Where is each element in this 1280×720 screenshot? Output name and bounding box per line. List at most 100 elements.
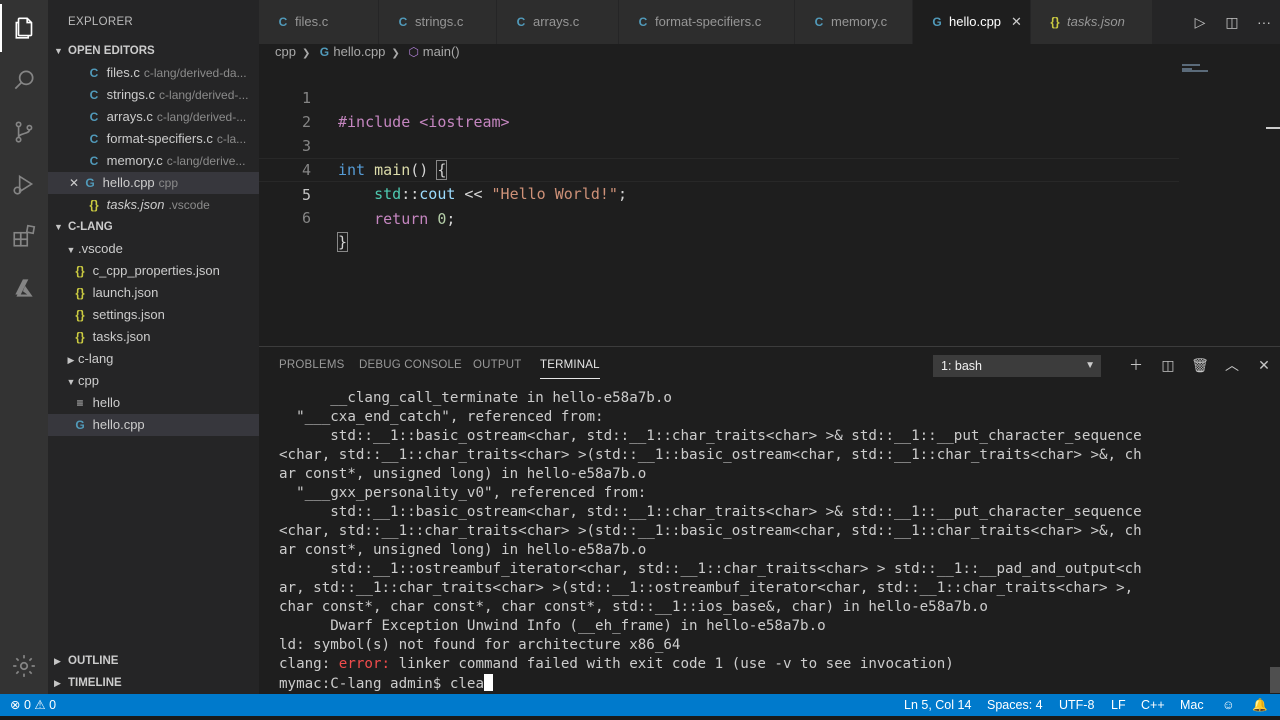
open-editor-item[interactable]: C arrays.c c-lang/derived-... [48,106,259,128]
indentation[interactable]: Spaces: 4 [987,694,1043,716]
tree-folder[interactable]: ▶ c-lang [48,348,259,370]
outline-header[interactable]: ▶ OUTLINE [48,650,259,672]
run-icon[interactable]: ▷ [1184,0,1216,44]
minimap[interactable] [1180,62,1280,346]
open-editor-item[interactable]: C format-specifiers.c c-la... [48,128,259,150]
chevron-right-icon: ▶ [67,355,75,365]
tab-debug-console[interactable]: DEBUG CONSOLE [359,347,462,383]
end-of-line[interactable]: LF [1111,694,1126,716]
platform[interactable]: Mac [1180,694,1204,716]
more-actions-icon[interactable]: ··· [1248,0,1280,44]
tree-folder[interactable]: ▼ cpp [48,370,259,392]
json-file-icon: {} [75,264,85,278]
terminal-select[interactable]: 1: bash ▼ [933,355,1101,377]
azure-icon[interactable] [0,264,48,312]
code-line: 3 int main() { [301,137,448,180]
tab-files-c[interactable]: Cfiles.c [259,0,379,44]
breadcrumb-folder[interactable]: cpp [275,44,296,59]
tab-format-specifiers-c[interactable]: Cformat-specifiers.c [619,0,795,44]
tree-folder[interactable]: ▼ .vscode [48,238,259,260]
close-icon[interactable]: ✕ [66,172,82,194]
tree-file[interactable]: {} c_cpp_properties.json [48,260,259,282]
tab-output[interactable]: OUTPUT [473,347,521,383]
cpp-file-icon: G [319,45,330,59]
open-editor-item[interactable]: C files.c c-lang/derived-da... [48,62,259,84]
terminal-line: Dwarf Exception Unwind Info (__eh_frame)… [279,618,826,634]
tab-hello-cpp[interactable]: Ghello.cpp ✕ [913,0,1031,44]
problems-status[interactable]: ⊗ 0 ⚠ 0 [10,694,56,716]
trash-icon[interactable]: 🗑 [1184,353,1216,377]
code-editor[interactable]: 1 #include <iostream> 2 3 int main() { 4… [259,62,1280,346]
split-editor-icon[interactable]: ◫ [1216,0,1248,44]
chevron-up-icon[interactable]: ︿ [1216,353,1248,377]
close-icon[interactable]: ✕ [1011,14,1022,29]
folder-header[interactable]: ▼ C-LANG [48,216,259,238]
source-control-icon[interactable] [0,108,48,156]
chevron-right-icon: ▶ [54,656,61,666]
code-line: 1 #include <iostream> [301,89,510,131]
c-file-icon: C [89,66,99,80]
terminal-line: <char, std::__1::char_traits<char> >(std… [279,447,1142,463]
status-bar: ⊗ 0 ⚠ 0 Ln 5, Col 14 Spaces: 4 UTF-8 LF … [0,694,1280,716]
bell-icon[interactable]: 🔔 [1252,694,1268,716]
tree-file-selected[interactable]: G hello.cpp [48,414,259,436]
tab-strings-c[interactable]: Cstrings.c [379,0,497,44]
terminal-line: ld: symbol(s) not found for architecture… [279,637,681,653]
open-editors-header[interactable]: ▼ OPEN EDITORS [48,40,259,62]
new-terminal-icon[interactable]: ＋ [1120,353,1152,377]
typed-command: clea [449,676,485,692]
gear-icon[interactable] [0,642,48,690]
cpp-file-icon: G [932,15,942,29]
json-file-icon: {} [75,330,85,344]
search-icon[interactable] [0,56,48,104]
chevron-down-icon: ▼ [66,245,76,255]
timeline-header[interactable]: ▶ TIMELINE [48,672,259,694]
tab-terminal[interactable]: TERMINAL [540,351,600,379]
c-file-icon: C [89,154,99,168]
tree-file[interactable]: {} launch.json [48,282,259,304]
bottom-panel: PROBLEMS DEBUG CONSOLE OUTPUT TERMINAL 1… [259,346,1280,694]
editor-scrollbar[interactable] [1266,127,1280,129]
language-mode[interactable]: C++ [1141,694,1165,716]
breadcrumb-symbol[interactable]: main() [423,44,460,59]
breadcrumb-file[interactable]: hello.cpp [333,44,385,59]
prompt: mymac:C-lang admin$ [279,676,450,692]
close-icon[interactable]: ✕ [1248,353,1280,377]
sidebar-title: EXPLORER [68,16,134,28]
encoding[interactable]: UTF-8 [1059,694,1094,716]
run-debug-icon[interactable] [0,160,48,208]
terminal-scrollbar[interactable] [1270,667,1280,693]
open-editor-item[interactable]: C memory.c c-lang/derive... [48,150,259,172]
feedback-icon[interactable]: ☺ [1222,694,1235,716]
chevron-down-icon: ▼ [54,222,63,232]
terminal-prompt-line[interactable]: mymac:C-lang admin$ clea [279,674,1269,693]
open-editor-item[interactable]: {} tasks.json .vscode [48,194,259,216]
terminal-line: std::__1::basic_ostream<char, std::__1::… [279,504,1142,520]
code-line: 6 } [301,209,349,252]
function-symbol-icon: ⬡ [408,45,420,59]
terminal-line: ar, std::__1::char_traits<char> >(std::_… [279,580,1134,596]
tab-problems[interactable]: PROBLEMS [279,347,345,383]
terminal-output[interactable]: __clang_call_terminate in hello-e58a7b.o… [279,389,1269,693]
code-line: 4 std::cout << "Hello World!"; [301,161,627,203]
terminal-line: "___cxa_end_catch", referenced from: [279,409,604,425]
tab-tasks-json[interactable]: {} tasks.json [1031,0,1153,44]
cursor-position[interactable]: Ln 5, Col 14 [904,694,971,716]
c-file-icon: C [516,15,526,29]
explorer-icon[interactable] [0,4,48,52]
c-file-icon: C [278,15,288,29]
tree-file[interactable]: ≡ hello [48,392,259,414]
tree-file[interactable]: {} settings.json [48,304,259,326]
window-bottom-edge [0,716,1280,720]
warning-icon: ⚠ [34,698,46,712]
extensions-icon[interactable] [0,212,48,260]
tab-memory-c[interactable]: Cmemory.c [795,0,913,44]
tab-arrays-c[interactable]: Carrays.c [497,0,619,44]
chevron-right-icon: ▶ [54,678,61,688]
split-terminal-icon[interactable]: ◫ [1152,353,1184,377]
tree-file[interactable]: {} tasks.json [48,326,259,348]
chevron-down-icon: ▼ [1085,360,1095,371]
code-line-current: 5 return 0; [259,158,1179,228]
open-editor-item-active[interactable]: ✕ G hello.cpp cpp [48,172,259,194]
open-editor-item[interactable]: C strings.c c-lang/derived-... [48,84,259,106]
